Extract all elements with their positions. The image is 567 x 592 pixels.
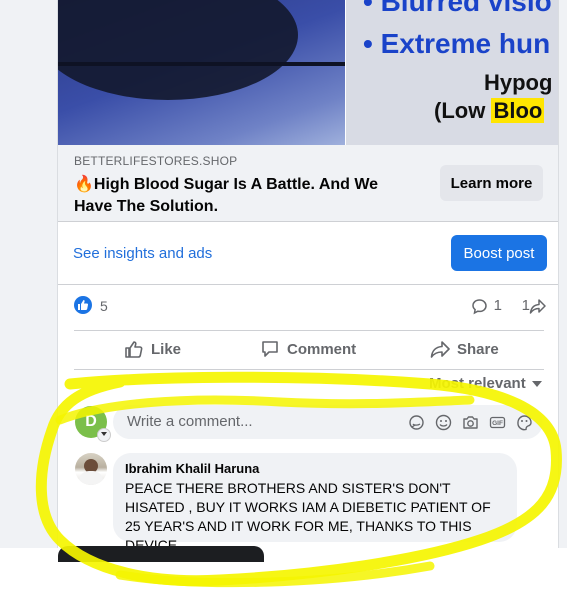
comment-author[interactable]: Ibrahim Khalil Haruna [125, 461, 259, 476]
ad-line-low-highlight: Bloo [491, 98, 545, 123]
ad-line-low: (Low Bloo [434, 98, 545, 124]
avatar-chevron-icon[interactable] [97, 428, 111, 442]
comment-label: Comment [287, 340, 357, 358]
learn-more-button[interactable]: Learn more [440, 165, 543, 201]
camera-icon[interactable] [462, 414, 479, 431]
comment-text: PEACE THERE BROTHERS AND SISTER'S DON'T … [125, 480, 491, 548]
avatar-sticker-icon[interactable] [408, 414, 425, 431]
ad-text-panel: • Blurred visio • Extreme hun Hypog (Low… [346, 0, 558, 145]
comment-icon [262, 341, 278, 357]
ad-line-low-prefix: (Low [434, 98, 492, 123]
sticker-icon[interactable] [516, 414, 533, 431]
gif-icon[interactable]: GIF [489, 414, 506, 431]
sort-label: Most relevant [429, 375, 526, 392]
composer-tools: GIF [408, 414, 533, 431]
ad-photo [58, 0, 345, 145]
emoji-icon[interactable] [435, 414, 452, 431]
like-icon [125, 341, 143, 358]
avatar-body [79, 471, 103, 485]
chevron-down-icon [531, 381, 542, 388]
boost-post-button[interactable]: Boost post [451, 235, 547, 271]
ad-line-blurred: • Blurred visio [363, 0, 552, 17]
share-button[interactable]: Share [430, 331, 499, 367]
comment-sort-dropdown[interactable]: Most relevant [429, 375, 542, 392]
photo-strip [58, 62, 345, 66]
ad-line-extreme: • Extreme hun [363, 28, 551, 59]
see-insights-link[interactable]: See insights and ads [73, 245, 212, 262]
avatar-letter: D [85, 413, 97, 430]
comment-button[interactable]: Comment [260, 331, 356, 367]
comment-count-icon [471, 298, 488, 320]
commenter-avatar[interactable] [75, 453, 107, 485]
photo-shadow [58, 0, 298, 100]
share-label: Share [457, 340, 499, 358]
partial-dark-element [58, 546, 264, 562]
comment-count[interactable]: 1 [494, 297, 502, 314]
share-icon [430, 341, 450, 358]
ad-image[interactable]: • Blurred visio • Extreme hun Hypog (Low… [58, 0, 558, 145]
comment-input[interactable] [125, 412, 389, 431]
user-avatar[interactable]: D [75, 406, 111, 442]
link-domain: BETTERLIFESTORES.SHOP [74, 154, 238, 168]
link-preview[interactable]: BETTERLIFESTORES.SHOP 🔥High Blood Sugar … [58, 145, 558, 222]
link-headline[interactable]: 🔥High Blood Sugar Is A Battle. And We Ha… [74, 174, 404, 218]
action-bar: Like Comment Share [74, 330, 544, 370]
comment-composer[interactable]: GIF [113, 405, 543, 439]
share-count-icon [529, 298, 546, 320]
reaction-stats: 5 1 1 [74, 294, 546, 320]
comment-bubble: Ibrahim Khalil Haruna PEACE THERE BROTHE… [113, 453, 517, 548]
ad-line-hypo: Hypog [484, 70, 553, 95]
like-count[interactable]: 5 [100, 298, 108, 314]
like-button[interactable]: Like [124, 331, 181, 367]
insights-row: See insights and ads Boost post [58, 222, 558, 285]
svg-text:GIF: GIF [492, 420, 503, 427]
like-reaction-icon[interactable] [74, 296, 92, 314]
post-card: • Blurred visio • Extreme hun Hypog (Low… [57, 0, 559, 548]
like-label: Like [151, 340, 182, 358]
